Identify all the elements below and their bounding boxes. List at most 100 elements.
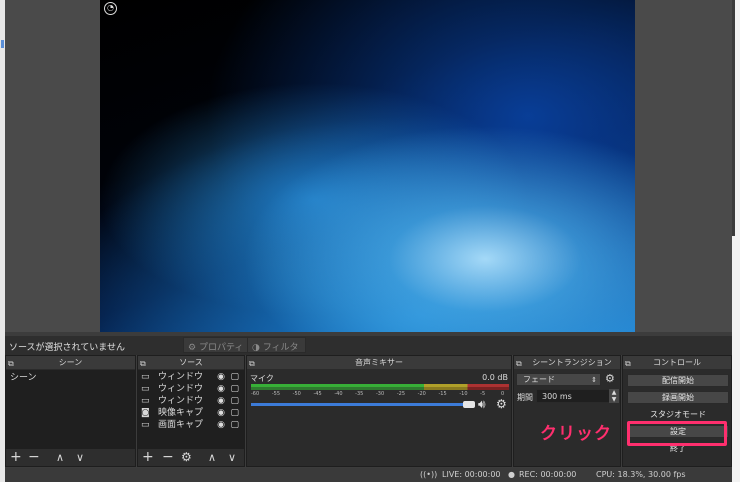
rec-dot-icon: ● [508, 470, 515, 479]
volume-meter-peak [251, 384, 509, 387]
scene-item[interactable]: シーン [8, 372, 133, 384]
click-annotation: クリック [540, 424, 612, 444]
add-source-icon[interactable]: + [142, 449, 154, 466]
window-icon: ▭ [141, 372, 150, 382]
source-list[interactable]: ▭ ウィンドウ ◉ ▢ ▭ ウィンドウ ◉ ▢ ▭ ウィンドウ ◉ ▢ ◙ 映像… [138, 370, 244, 449]
source-item-label: ウィンドウ [158, 372, 204, 382]
status-bar: ((•)) LIVE: 00:00:00 ● REC: 00:00:00 CPU… [5, 468, 732, 482]
live-icon: ((•)) [420, 470, 438, 479]
lock-icon[interactable]: ▢ [230, 371, 239, 383]
mic-level-readout: 0.0 dB [482, 373, 508, 382]
preview-canvas[interactable] [100, 0, 635, 332]
meter-tick-label: -20 [417, 391, 426, 397]
window-icon: ▭ [141, 396, 150, 406]
lock-icon[interactable]: ▢ [230, 407, 239, 419]
meter-tick-label: -50 [292, 391, 301, 397]
gear-icon[interactable]: ⚙ [496, 397, 507, 411]
source-item[interactable]: ◙ 映像キャプ ◉ ▢ [140, 407, 242, 419]
duration-value: 300 ms [542, 392, 572, 401]
source-item[interactable]: ▭ ウィンドウ ◉ ▢ [140, 383, 242, 395]
eye-icon[interactable]: ◉ [217, 419, 225, 431]
move-down-icon[interactable]: ∨ [76, 449, 84, 466]
volume-slider-track[interactable] [251, 403, 469, 406]
gear-icon: ⚙ [188, 343, 197, 353]
lock-icon[interactable]: ▢ [230, 419, 239, 431]
gear-icon[interactable]: ⚙ [181, 449, 192, 466]
properties-button[interactable]: ⚙ プロパティ [183, 337, 251, 353]
move-up-icon[interactable]: ∧ [56, 449, 64, 466]
dock-float-icon[interactable]: ⧉ [625, 357, 631, 370]
meter-tick-label: -45 [313, 391, 322, 397]
duration-label: 期間 [517, 393, 533, 402]
volume-slider-handle[interactable] [463, 401, 475, 408]
meter-tick-label: -15 [438, 391, 447, 397]
filters-button[interactable]: ◑ フィルタ [247, 337, 306, 353]
scenes-toolbar: + − ∧ ∨ [6, 449, 135, 466]
sources-toolbar: + − ⚙ ∧ ∨ [138, 449, 244, 466]
desktop-background-right-lower [732, 236, 740, 482]
eye-icon[interactable]: ◉ [217, 395, 225, 407]
controls-title: コントロール [653, 358, 701, 367]
properties-label: プロパティ [198, 343, 244, 353]
source-item-label: 画面キャプ [158, 420, 204, 430]
settings-highlight-box [627, 421, 727, 446]
source-item-label: ウィンドウ [158, 396, 204, 406]
eye-icon[interactable]: ◉ [217, 371, 225, 383]
remove-scene-icon[interactable]: − [28, 449, 40, 466]
filter-icon: ◑ [252, 343, 260, 353]
remove-source-icon[interactable]: − [162, 449, 174, 466]
start-streaming-button[interactable]: 配信開始 [627, 374, 729, 387]
audio-mixer-dock: ⧉ 音声ミキサー マイク 0.0 dB -60 -55 -50 -45 -40 -35 -3… [246, 355, 512, 467]
mixer-footer [247, 449, 511, 466]
controls-dock-title: ⧉ コントロール [623, 356, 731, 369]
meter-tick-label: -60 [251, 391, 260, 397]
duration-input[interactable]: 300 ms [536, 389, 610, 403]
live-timer: LIVE: 00:00:00 [442, 470, 501, 479]
dock-float-icon[interactable]: ⧉ [249, 357, 255, 370]
eye-icon[interactable]: ◉ [217, 407, 225, 419]
audio-mixer-dock-title: ⧉ 音声ミキサー [247, 356, 511, 369]
dock-float-icon[interactable]: ⧉ [140, 357, 146, 370]
camera-icon: ◙ [141, 408, 150, 418]
meter-tick-label: -30 [376, 391, 385, 397]
sources-title: ソース [179, 358, 203, 367]
sources-dock: ⧉ ソース ▭ ウィンドウ ◉ ▢ ▭ ウィンドウ ◉ ▢ ▭ ウィンドウ ◉ … [137, 355, 245, 467]
desktop-background-right [735, 0, 740, 236]
transition-select-value: フェード [523, 375, 555, 384]
rec-timer: REC: 00:00:00 [519, 470, 577, 479]
duration-stepper[interactable]: ▲ ▼ [609, 389, 619, 403]
source-item-label: 映像キャプ [158, 408, 204, 418]
controls-dock: ⧉ コントロール 配信開始 録画開始 スタジオモード 設定 終了 [622, 355, 732, 467]
mixer-body: マイク 0.0 dB -60 -55 -50 -45 -40 -35 -30 -25 -20 -1… [247, 370, 511, 449]
move-down-icon[interactable]: ∨ [228, 449, 236, 466]
mic-channel-label: マイク [250, 374, 274, 383]
source-item[interactable]: ▭ ウィンドウ ◉ ▢ [140, 395, 242, 407]
filters-label: フィルタ [262, 343, 299, 353]
studio-mode-button[interactable]: スタジオモード [627, 408, 729, 421]
speaker-icon[interactable]: 🔊︎ [478, 397, 486, 412]
lock-icon[interactable]: ▢ [230, 395, 239, 407]
transition-select[interactable]: フェード ⇕ [516, 373, 601, 386]
audio-mixer-title: 音声ミキサー [355, 358, 403, 367]
scene-transitions-dock-title: ⧉ シーントランジション [514, 356, 620, 369]
no-source-selected-label: ソースが選択されていません [9, 343, 126, 353]
desktop-marker [1, 40, 4, 48]
gear-icon[interactable]: ⚙ [605, 372, 615, 385]
cpu-fps-readout: CPU: 18.3%, 30.00 fps [596, 470, 686, 479]
move-up-icon[interactable]: ∧ [208, 449, 216, 466]
scene-list[interactable]: シーン [6, 370, 135, 449]
monitor-icon: ▭ [141, 420, 150, 430]
start-recording-button[interactable]: 録画開始 [627, 391, 729, 404]
scenes-dock-title: ⧉ シーン [6, 356, 135, 369]
lock-icon[interactable]: ▢ [230, 383, 239, 395]
scene-transitions-title: シーントランジション [532, 358, 612, 367]
chevron-updown-icon: ⇕ [591, 376, 597, 384]
window-icon: ▭ [141, 384, 150, 394]
eye-icon[interactable]: ◉ [217, 383, 225, 395]
dock-float-icon[interactable]: ⧉ [8, 357, 14, 370]
meter-tick-label: -35 [355, 391, 364, 397]
dock-float-icon[interactable]: ⧉ [516, 357, 522, 370]
source-item[interactable]: ▭ 画面キャプ ◉ ▢ [140, 419, 242, 431]
source-item[interactable]: ▭ ウィンドウ ◉ ▢ [140, 371, 242, 383]
add-scene-icon[interactable]: + [10, 449, 22, 466]
